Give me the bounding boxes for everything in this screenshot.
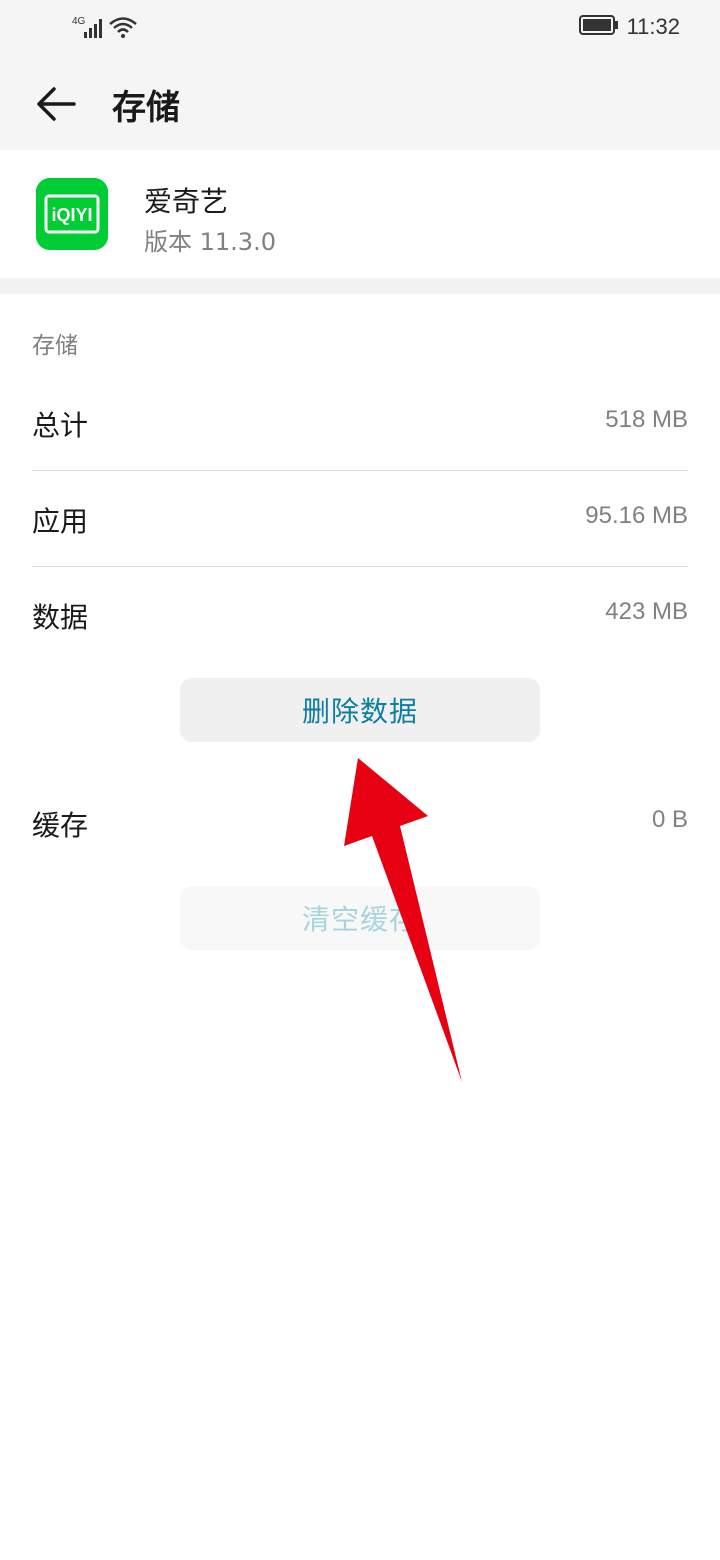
status-time: 11:32 <box>626 14 680 39</box>
divider <box>32 566 688 567</box>
row-value: 0 B <box>651 806 688 833</box>
row-value: 518 MB <box>605 406 688 433</box>
row-value: 423 MB <box>605 598 688 625</box>
status-bar: 4G 11:32 <box>0 0 720 56</box>
row-label: 数据 <box>32 601 89 634</box>
row-label: 总计 <box>32 409 89 442</box>
divider <box>32 470 688 471</box>
signal-icon: 4G <box>72 14 138 44</box>
clear-cache-button[interactable]: 清空缓存 <box>180 886 540 950</box>
iqiyi-logo-icon: iQIYI <box>36 178 108 250</box>
app-info: iQIYI 爱奇艺 版本 11.3.0 <box>0 150 720 278</box>
battery-icon <box>578 14 619 40</box>
row-app: 应用 95.16 MB <box>32 472 688 568</box>
row-cache: 缓存 0 B <box>32 776 688 872</box>
row-label: 应用 <box>32 505 89 538</box>
arrow-left-icon[interactable] <box>34 82 78 126</box>
row-total: 总计 518 MB <box>32 376 688 472</box>
app-icon-text: iQIYI <box>51 205 92 225</box>
app-name: 爱奇艺 <box>144 185 229 218</box>
delete-data-button[interactable]: 删除数据 <box>180 678 540 742</box>
row-label: 缓存 <box>32 809 89 842</box>
row-value: 95.16 MB <box>585 502 688 529</box>
page-title: 存储 <box>112 88 180 128</box>
row-data: 数据 423 MB <box>32 568 688 664</box>
section-divider <box>0 278 720 294</box>
app-bar: 存储 <box>0 56 720 150</box>
section-title: 存储 <box>32 333 78 359</box>
network-type: 4G <box>72 16 86 27</box>
app-version: 版本 11.3.0 <box>144 228 276 256</box>
